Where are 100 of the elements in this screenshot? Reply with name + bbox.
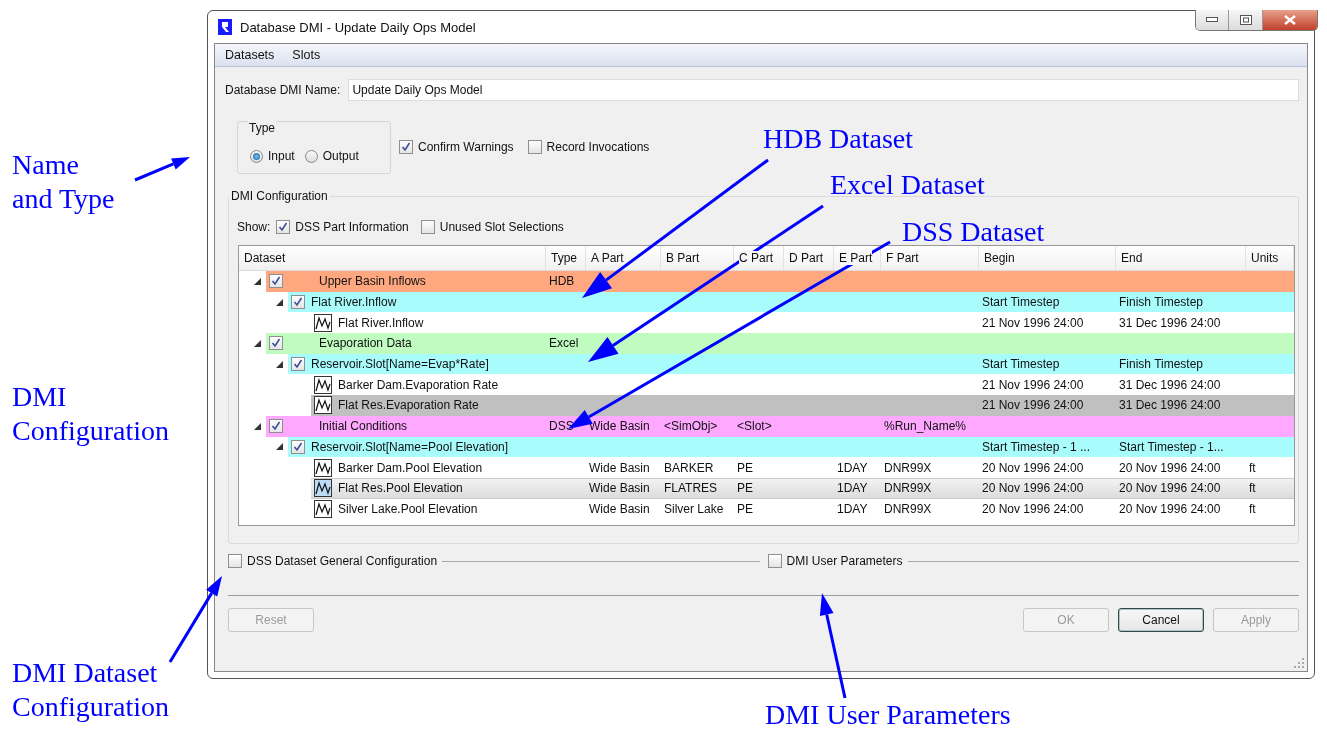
table-cell-text: PE (736, 501, 754, 516)
tree-row[interactable]: Reservoir.Slot[Name=Pool Elevation] Start Timestep - 1 ... Start Timestep - 1... (288, 436, 1294, 458)
tree-item-label: Barker Dam.Pool Elevation (338, 460, 483, 475)
checkbox-label: Confirm Warnings (418, 140, 514, 154)
table-cell-text: ft (1248, 481, 1257, 496)
table-cell-text: DSS (548, 419, 575, 434)
checkbox[interactable] (420, 220, 435, 234)
table-cell-text: Start Timestep (981, 295, 1061, 310)
table-cell-text: Excel (548, 336, 580, 351)
column-header[interactable]: B Part (666, 251, 700, 265)
tree-row[interactable]: Evaporation Data Excel (266, 333, 1294, 354)
time-series-icon (314, 313, 332, 332)
tree-row[interactable]: Upper Basin Inflows HDB (266, 271, 1294, 292)
table-cell-text: 21 Nov 1996 24:00 (981, 315, 1085, 330)
table-cell-text: BARKER (663, 460, 715, 475)
annotation-text: DMI User Parameters (765, 698, 1011, 729)
expander-icon[interactable] (254, 339, 261, 347)
table-cell-text: HDB (548, 274, 576, 289)
resize-grip-icon[interactable] (1293, 657, 1305, 669)
dialog-button[interactable]: Cancel (1118, 608, 1204, 632)
tree-row[interactable]: Barker Dam.Evaporation Rate 21 Nov 1996 24:00 31 Dec 1996 24:00 (311, 374, 1294, 396)
tree-row[interactable]: Flat Res.Evaporation Rate 21 Nov 1996 24:00 31 Dec 1996 24:00 (311, 395, 1294, 416)
table-cell-text: Finish Timestep (1118, 295, 1205, 310)
group-title: Type (248, 121, 276, 135)
annotation-text: Name and Type (12, 148, 115, 216)
column-header[interactable]: Dataset (244, 251, 286, 265)
table-cell-text: Wide Basin (588, 419, 651, 434)
table-cell-text: 31 Dec 1996 24:00 (1118, 377, 1222, 392)
table-cell-text: ft (1248, 460, 1257, 475)
tree-item-label: Evaporation Data (319, 336, 412, 351)
column-header[interactable]: Begin (984, 251, 1015, 265)
table-cell-text: 1DAY (836, 501, 869, 516)
checkbox[interactable] (269, 274, 283, 289)
table-cell-text: 1DAY (836, 460, 869, 475)
column-header[interactable]: Type (551, 251, 577, 265)
tree-row[interactable]: Flat River.Inflow 21 Nov 1996 24:00 31 Dec 1996 24:00 (311, 312, 1294, 334)
column-header[interactable]: Units (1251, 251, 1279, 265)
checkbox[interactable] (291, 295, 305, 310)
expander-icon[interactable] (276, 298, 283, 306)
app-logo-icon (218, 19, 232, 35)
checkbox[interactable] (767, 554, 782, 568)
expander-icon[interactable] (254, 277, 261, 285)
checkbox[interactable] (269, 336, 283, 351)
tree-row[interactable]: Barker Dam.Pool Elevation Wide Basin BARKER PE 1DAY DNR99X 20 Nov 1996 24:00 20 Nov 1996 24:00 ft (311, 457, 1294, 478)
expander-icon[interactable] (254, 422, 261, 430)
checkbox[interactable] (399, 140, 413, 154)
column-header[interactable]: C Part (739, 251, 773, 265)
time-series-icon (314, 479, 332, 498)
tree-item-label: Silver Lake.Pool Elevation (338, 501, 478, 516)
table-cell-text: DNR99X (883, 460, 933, 475)
checkbox[interactable] (276, 220, 291, 234)
column-header[interactable]: End (1121, 251, 1143, 265)
tree-item-label: Flat River.Inflow (338, 315, 424, 330)
close-button[interactable] (1262, 10, 1317, 30)
maximize-button[interactable] (1228, 10, 1262, 30)
minimize-button[interactable] (1196, 10, 1228, 30)
expander-icon[interactable] (276, 360, 283, 368)
checkbox-label: DMI User Parameters (786, 554, 903, 568)
window-title: Database DMI - Update Daily Ops Model (240, 19, 476, 35)
show-label: Show: (237, 220, 271, 234)
checkbox[interactable] (269, 419, 283, 434)
arrow (134, 157, 190, 182)
tree-item-label: Flat River.Inflow (311, 295, 397, 310)
table-cell-text: DNR99X (883, 501, 933, 516)
radio-button[interactable] (304, 149, 318, 163)
checkbox[interactable] (291, 439, 305, 454)
table-cell-text: Wide Basin (588, 460, 651, 475)
radio-label: Input (268, 149, 295, 163)
table-cell-text: Start Timestep - 1 ... (981, 439, 1092, 454)
checkbox[interactable] (228, 554, 242, 568)
tree-row[interactable]: Flat Res.Pool Elevation Wide Basin FLATRES PE 1DAY DNR99X 20 Nov 1996 24:00 20 Nov 1996 24:00 ft (311, 477, 1294, 499)
table-cell-text: Wide Basin (588, 501, 651, 516)
table-cell-text: ft (1248, 501, 1257, 516)
time-series-icon (314, 375, 332, 394)
field-label: Database DMI Name: (225, 83, 341, 97)
annotation-text: Excel Dataset (830, 168, 985, 202)
checkbox-label: Unused Slot Selections (439, 220, 564, 234)
table-cell-text: 20 Nov 1996 24:00 (1118, 501, 1222, 516)
expander-icon[interactable] (276, 443, 283, 451)
column-header[interactable]: D Part (789, 251, 823, 265)
table-cell-text: 31 Dec 1996 24:00 (1118, 315, 1222, 330)
name-field[interactable]: Update Daily Ops Model (348, 79, 1299, 101)
close-icon (1284, 15, 1296, 25)
checkbox[interactable] (291, 357, 305, 372)
column-header[interactable]: F Part (886, 251, 919, 265)
checkbox[interactable] (527, 140, 542, 154)
menu-item[interactable]: Datasets (225, 48, 275, 62)
table-cell-text: 20 Nov 1996 24:00 (981, 460, 1085, 475)
column-header[interactable]: A Part (591, 251, 624, 265)
checkbox-label: DSS Part Information (295, 220, 409, 234)
tree-row[interactable]: Silver Lake.Pool Elevation Wide Basin Silver Lake PE 1DAY DNR99X 20 Nov 1996 24:00 20 Nov 1996 24:00 ft (311, 498, 1294, 520)
column-header[interactable]: E Part (839, 251, 873, 265)
checkbox-label: Record Invocations (546, 140, 650, 154)
menu-item[interactable]: Slots (292, 48, 321, 62)
tree-item-label: Flat Res.Pool Elevation (338, 481, 463, 496)
radio-button[interactable] (250, 149, 263, 163)
tree-item-label: Reservoir.Slot[Name=Evap*Rate] (311, 357, 489, 372)
table-cell-text: 20 Nov 1996 24:00 (1118, 460, 1222, 475)
annotation-text: DMI Dataset Configuration (12, 656, 170, 724)
tree-row[interactable]: Initial Conditions DSS Wide Basin <SimObj> <Slot> %Run_Name% (266, 415, 1294, 437)
